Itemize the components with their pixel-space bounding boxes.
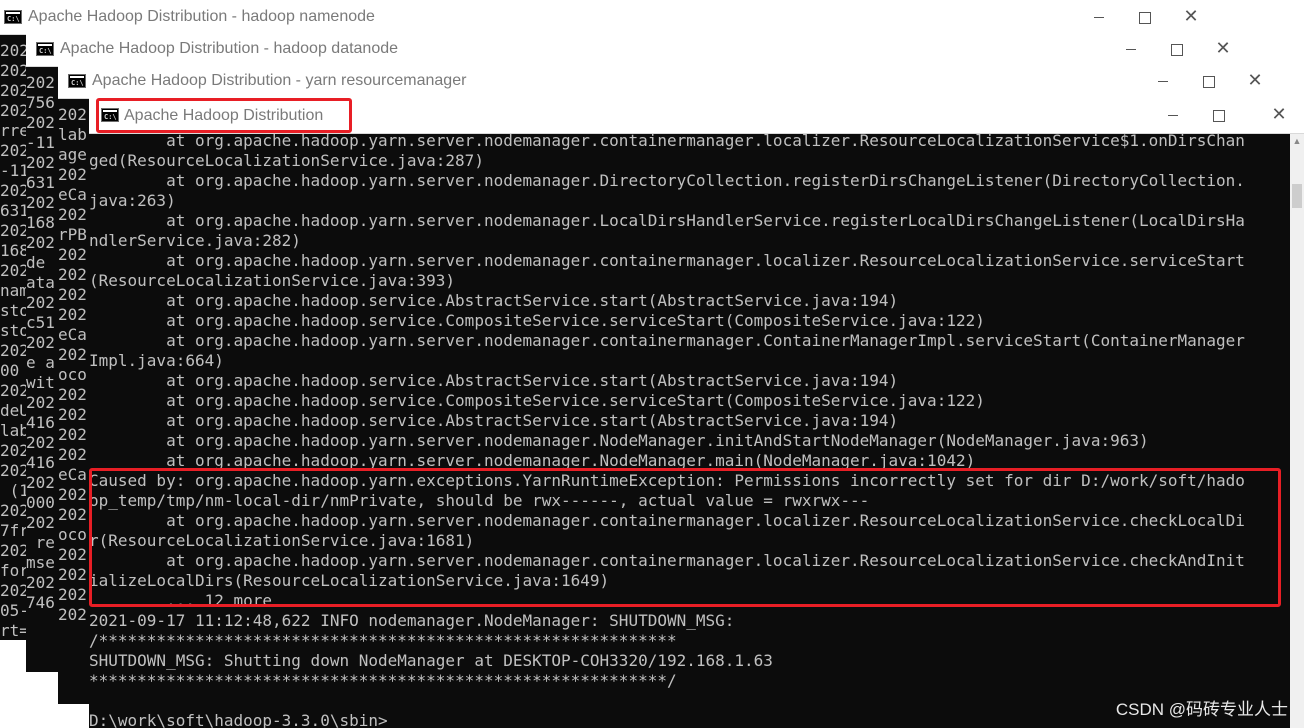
maximize-button[interactable] <box>1196 102 1242 128</box>
console-output: at org.apache.hadoop.yarn.server.nodeman… <box>89 134 1289 728</box>
console-line: D:\work\soft\hadoop-3.3.0\sbin> <box>89 711 388 728</box>
csdn-watermark: CSDN @码砖专业人士 <box>1115 700 1288 719</box>
console-line: at org.apache.hadoop.yarn.server.nodeman… <box>89 171 1245 190</box>
vertical-scrollbar[interactable]: ▲ <box>1290 134 1304 728</box>
console-line: java:263) <box>89 191 176 210</box>
close-icon: ✕ <box>1215 38 1231 59</box>
console-line: /***************************************… <box>89 631 677 650</box>
scrollbar-thumb[interactable] <box>1292 184 1302 208</box>
resourcemanager-titlebar[interactable]: C:\ Apache Hadoop Distribution - yarn re… <box>58 64 1278 99</box>
error-highlight-box <box>89 468 1281 607</box>
minimize-button[interactable] <box>1108 36 1154 62</box>
console-app-icon: C:\ <box>36 42 54 56</box>
console-line: ****************************************… <box>89 671 677 690</box>
console-line: at org.apache.hadoop.service.CompositeSe… <box>89 391 985 410</box>
scroll-up-icon[interactable]: ▲ <box>1290 134 1304 148</box>
console-line: at org.apache.hadoop.yarn.server.nodeman… <box>89 331 1245 350</box>
maximize-button[interactable] <box>1122 4 1168 30</box>
console-line: at org.apache.hadoop.service.CompositeSe… <box>89 311 985 330</box>
console-line: at org.apache.hadoop.yarn.server.nodeman… <box>89 134 1245 150</box>
maximize-icon <box>1171 43 1183 56</box>
maximize-icon <box>1139 11 1151 24</box>
namenode-window-title: Apache Hadoop Distribution - hadoop name… <box>28 8 375 25</box>
minimize-icon <box>1158 81 1168 82</box>
maximize-icon <box>1203 75 1215 88</box>
maximize-button[interactable] <box>1154 36 1200 62</box>
console-line: at org.apache.hadoop.yarn.server.nodeman… <box>89 211 1245 230</box>
close-button[interactable]: ✕ <box>1200 36 1246 62</box>
datanode-window-title: Apache Hadoop Distribution - hadoop data… <box>60 40 399 57</box>
minimize-icon <box>1168 115 1178 116</box>
console-line: SHUTDOWN_MSG: Shutting down NodeManager … <box>89 651 773 670</box>
console-line: Impl.java:664) <box>89 351 224 370</box>
console-line: at org.apache.hadoop.service.AbstractSer… <box>89 291 899 310</box>
minimize-icon <box>1126 49 1136 50</box>
console-line: (ResourceLocalizationService.java:393) <box>89 271 456 290</box>
console-app-icon: C:\ <box>68 74 86 88</box>
close-icon: ✕ <box>1183 6 1199 27</box>
console-app-icon: C:\ <box>4 10 22 24</box>
close-icon: ✕ <box>1247 70 1263 91</box>
console-line: 2021-09-17 11:12:48,622 INFO nodemanager… <box>89 611 735 630</box>
minimize-button[interactable] <box>1076 4 1122 30</box>
close-button[interactable]: ✕ <box>1168 4 1214 30</box>
console-line: ndlerService.java:282) <box>89 231 301 250</box>
console-line: at org.apache.hadoop.service.AbstractSer… <box>89 371 899 390</box>
datanode-titlebar[interactable]: C:\ Apache Hadoop Distribution - hadoop … <box>26 32 1246 67</box>
console-line: at org.apache.hadoop.yarn.server.nodeman… <box>89 251 1245 270</box>
maximize-button[interactable] <box>1186 68 1232 94</box>
minimize-button[interactable] <box>1140 68 1186 94</box>
close-icon: ✕ <box>1271 104 1287 125</box>
console-line: at org.apache.hadoop.service.AbstractSer… <box>89 411 899 430</box>
nodemanager-window[interactable]: C:\ Apache Hadoop Distribution ✕ at org.… <box>89 97 1304 728</box>
console-line: ged(ResourceLocalizationService.java:287… <box>89 151 484 170</box>
resourcemanager-window-title: Apache Hadoop Distribution - yarn resour… <box>92 72 467 89</box>
title-highlight-box <box>96 98 352 133</box>
minimize-icon <box>1094 17 1104 18</box>
maximize-icon <box>1213 109 1225 122</box>
nodemanager-console[interactable]: at org.apache.hadoop.yarn.server.nodeman… <box>89 134 1304 728</box>
minimize-button[interactable] <box>1150 102 1196 128</box>
close-button[interactable]: ✕ <box>1256 102 1302 128</box>
console-line: at org.apache.hadoop.yarn.server.nodeman… <box>89 431 1149 450</box>
close-button[interactable]: ✕ <box>1232 68 1278 94</box>
namenode-titlebar[interactable]: C:\ Apache Hadoop Distribution - hadoop … <box>0 0 1214 35</box>
